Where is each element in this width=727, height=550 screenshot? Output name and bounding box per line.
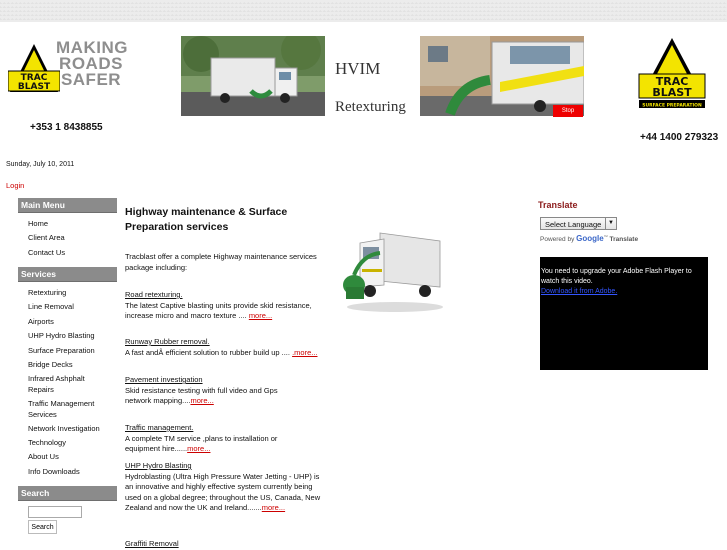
service-item-info-downloads[interactable]: Info Downloads bbox=[28, 466, 118, 477]
service-title-runway-rubber[interactable]: Runway Rubber removal. bbox=[125, 337, 210, 346]
service-title-uhp-hydro-blasting[interactable]: UHP Hydro Blasting bbox=[125, 461, 192, 470]
stop-button[interactable]: Stop bbox=[553, 105, 583, 117]
phone-left: +353 1 8438855 bbox=[30, 122, 103, 133]
service-block-runway-rubber: Runway Rubber removal. A fast andÂ effic… bbox=[125, 337, 325, 358]
tracblast-logo-left[interactable]: TRAC BLAST bbox=[8, 42, 60, 96]
services-heading: Services bbox=[18, 267, 117, 282]
service-block-pavement-investigation: Pavement investigation Skid resistance t… bbox=[125, 375, 280, 407]
service-item-bridge-decks[interactable]: Bridge Decks bbox=[28, 359, 118, 370]
google-wordmark[interactable]: Google bbox=[576, 234, 604, 243]
page-title: Highway maintenance & Surface Preparatio… bbox=[125, 206, 288, 233]
service-text-uhp-hydro-blasting: Hydroblasting (Ultra High Pressure Water… bbox=[125, 471, 321, 513]
powered-by-google: Powered by Google™ Translate bbox=[540, 234, 639, 244]
service-item-uhp-hydro-blasting[interactable]: UHP Hydro Blasting bbox=[28, 330, 118, 341]
translate-heading: Translate bbox=[538, 200, 578, 210]
menu-item-home[interactable]: Home bbox=[28, 218, 118, 229]
service-item-line-removal[interactable]: Line Removal bbox=[28, 301, 118, 312]
top-texture-strip bbox=[0, 0, 727, 22]
service-title-traffic-management[interactable]: Traffic management. bbox=[125, 423, 193, 432]
service-block-graffiti-removal: Graffiti Removal bbox=[125, 539, 325, 550]
service-item-retexturing[interactable]: Retexturing bbox=[28, 287, 118, 298]
truck-image bbox=[343, 232, 443, 312]
service-block-uhp-hydro-blasting: UHP Hydro Blasting Hydroblasting (Ultra … bbox=[125, 461, 321, 514]
more-link-uhp-hydro-blasting[interactable]: more... bbox=[262, 503, 285, 512]
service-item-technology[interactable]: Technology bbox=[28, 437, 118, 448]
service-text-runway-rubber: A fast andÂ efficient solution to rubber… bbox=[125, 347, 290, 357]
more-link-traffic-management[interactable]: more... bbox=[187, 444, 210, 453]
tracblast-logo-right[interactable]: TRAC BLAST SURFACE PREPARATION bbox=[638, 36, 706, 110]
slogan: MAKING ROADS SAFER bbox=[56, 39, 127, 89]
banner-title-hvim: HVIM bbox=[335, 59, 381, 78]
service-title-road-retexturing[interactable]: Road retexturing. bbox=[125, 290, 183, 299]
phone-right: +44 1400 279323 bbox=[640, 132, 719, 143]
service-title-graffiti-removal[interactable]: Graffiti Removal bbox=[125, 539, 179, 548]
slogan-line-3: SAFER bbox=[60, 70, 122, 89]
service-item-surface-preparation[interactable]: Surface Preparation bbox=[28, 345, 118, 356]
language-select[interactable]: Select Language ▼ bbox=[540, 217, 617, 230]
service-text-road-retexturing: The latest Captive blasting units provid… bbox=[125, 300, 312, 321]
logo-right-line2: BLAST bbox=[652, 86, 692, 99]
more-link-road-retexturing[interactable]: more... bbox=[249, 311, 272, 320]
logo-right-tagline: SURFACE PREPARATION bbox=[642, 103, 702, 109]
flash-upgrade-text: You need to upgrade your Adobe Flash Pla… bbox=[541, 268, 692, 285]
search-heading: Search bbox=[18, 486, 117, 501]
service-title-pavement-investigation[interactable]: Pavement investigation bbox=[125, 375, 203, 384]
adobe-download-link[interactable]: Download it from Adobe. bbox=[541, 288, 617, 295]
main-menu-heading: Main Menu bbox=[18, 198, 117, 213]
powered-by-label: Powered by bbox=[540, 236, 575, 244]
service-item-network-investigation[interactable]: Network Investigation bbox=[28, 423, 118, 434]
language-select-value: Select Language bbox=[545, 220, 602, 229]
service-item-traffic-management[interactable]: Traffic Management Services bbox=[28, 398, 108, 420]
logo-left-line2: BLAST bbox=[18, 82, 51, 92]
service-item-about-us[interactable]: About Us bbox=[28, 451, 118, 462]
flash-video-player[interactable]: You need to upgrade your Adobe Flash Pla… bbox=[540, 257, 708, 370]
search-button[interactable]: Search bbox=[28, 520, 57, 534]
current-date: Sunday, July 10, 2011 bbox=[6, 161, 75, 168]
menu-item-client-area[interactable]: Client Area bbox=[28, 232, 118, 243]
banner-title-retexturing: Retexturing bbox=[335, 99, 406, 115]
service-block-traffic-management: Traffic management. A complete TM servic… bbox=[125, 423, 280, 455]
service-block-road-retexturing: Road retexturing. The latest Captive bla… bbox=[125, 290, 325, 322]
translate-word: Translate bbox=[609, 236, 639, 244]
service-item-infrared-asphalt-repairs[interactable]: Infrared Ashphalt Repairs bbox=[28, 373, 98, 395]
banner-photo-left bbox=[181, 36, 325, 116]
login-link[interactable]: Login bbox=[6, 181, 24, 190]
more-link-runway-rubber[interactable]: .more... bbox=[292, 348, 317, 357]
chevron-down-icon: ▼ bbox=[605, 218, 616, 229]
more-link-pavement-investigation[interactable]: more... bbox=[190, 396, 213, 405]
banner-photo-right bbox=[420, 36, 584, 116]
intro-text: Tracblast offer a complete Highway maint… bbox=[125, 252, 317, 272]
search-input[interactable] bbox=[28, 506, 82, 518]
service-item-airports[interactable]: Airports bbox=[28, 316, 118, 327]
menu-item-contact-us[interactable]: Contact Us bbox=[28, 247, 118, 258]
